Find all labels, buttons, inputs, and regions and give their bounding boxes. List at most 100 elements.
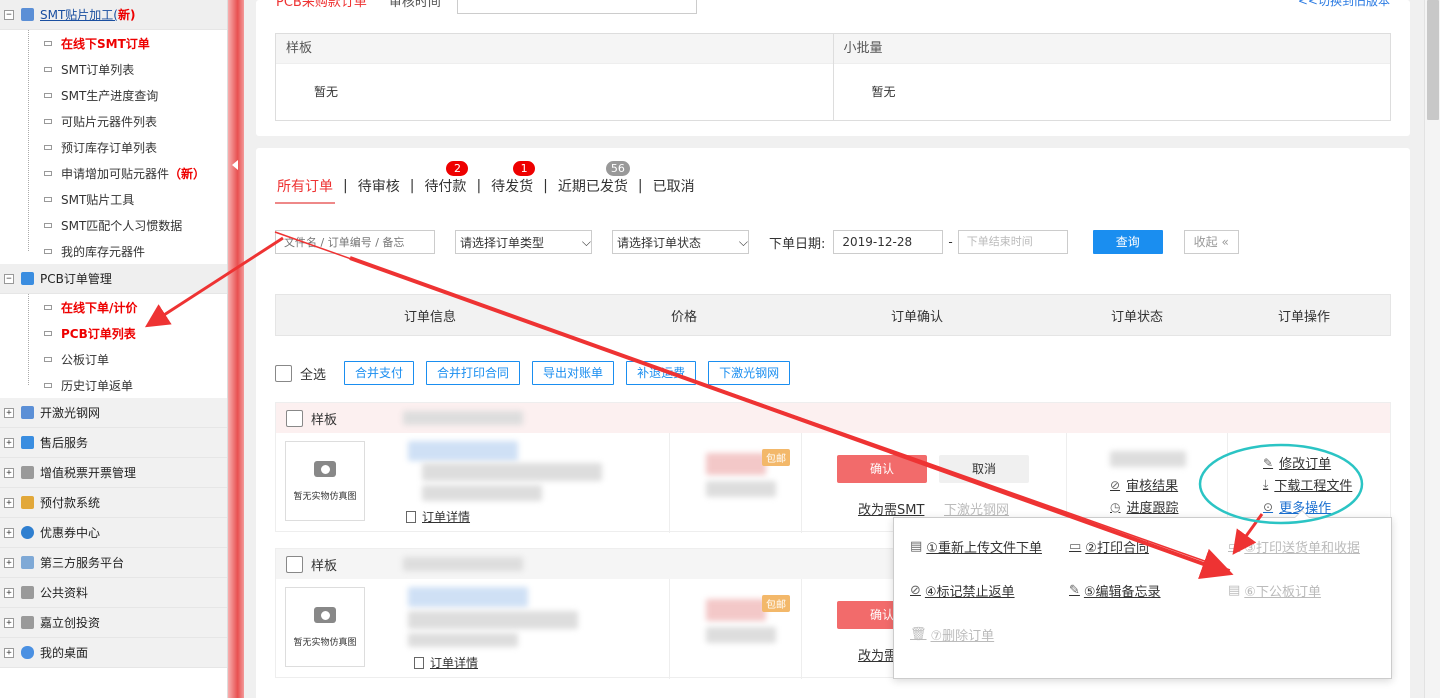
sidebar-group-label[interactable]: PCB订单管理: [40, 270, 112, 287]
sidebar-group-laser[interactable]: + 开激光钢网: [0, 398, 227, 428]
sidebar-group-invest[interactable]: + 嘉立创投资: [0, 608, 227, 638]
reupload-order-item[interactable]: ▤ ①重新上传文件下单: [910, 537, 1042, 556]
tab-pending-ship[interactable]: 待发货 1: [489, 161, 536, 196]
sidebar-item-smt-progress[interactable]: SMT生产进度查询: [0, 82, 227, 108]
cancel-button[interactable]: 取消: [939, 455, 1029, 483]
sidebar-group-smt[interactable]: − SMT贴片加工(新): [0, 0, 227, 30]
sidebar-group-prepay[interactable]: + 预付款系统: [0, 488, 227, 518]
tab-cancelled[interactable]: 已取消: [651, 176, 697, 196]
collapse-left-icon[interactable]: [232, 160, 238, 170]
export-statement-button[interactable]: 导出对账单: [532, 361, 615, 385]
sidebar-group-desktop[interactable]: + 我的桌面: [0, 638, 227, 668]
order-date-label: 下单日期:: [769, 236, 826, 252]
free-shipping-tag: 包邮: [762, 449, 790, 466]
sidebar-group-pcb[interactable]: − PCB订单管理: [0, 264, 227, 294]
order-number-blurred: [403, 557, 524, 571]
sidebar-item-reserve-stock[interactable]: 预订库存订单列表: [0, 134, 227, 160]
select-all-checkbox[interactable]: [275, 364, 292, 382]
expand-icon[interactable]: +: [4, 407, 14, 418]
merge-pay-button[interactable]: 合并支付: [344, 361, 415, 385]
confirm-button[interactable]: 确认: [837, 455, 927, 483]
progress-tracking-link[interactable]: ◷ 进度跟踪: [1110, 497, 1179, 517]
more-icon: ⊙: [1263, 499, 1274, 514]
download-icon: ⤓: [1263, 477, 1269, 491]
fold-button[interactable]: 收起 «: [1183, 230, 1239, 254]
sidebar-group-aftersale[interactable]: + 售后服务: [0, 428, 227, 458]
sidebar-item-public-board[interactable]: 公板订单: [0, 346, 227, 372]
laser-stencil-link[interactable]: 下激光钢网: [944, 499, 1009, 518]
order-detail-link[interactable]: 订单详情: [406, 508, 470, 525]
collapse-icon[interactable]: −: [4, 9, 14, 20]
sidebar-item-my-stock[interactable]: 我的库存元器件: [0, 238, 227, 264]
sidebar-item-apply-components[interactable]: 申请增加可贴元器件 （新）: [0, 160, 227, 186]
expand-icon[interactable]: +: [4, 557, 14, 568]
audit-result-link[interactable]: ⊘ 审核结果: [1110, 475, 1178, 495]
vertical-scrollbar[interactable]: [1424, 0, 1440, 698]
public-board-order-item[interactable]: ▤ ⑥下公板订单: [1228, 581, 1321, 600]
expand-icon[interactable]: +: [4, 647, 14, 658]
print-delivery-receipt-item[interactable]: ▭ ③打印送货单和收据: [1228, 537, 1360, 556]
audit-time-select[interactable]: [456, 0, 697, 14]
query-button[interactable]: 查询: [1092, 230, 1163, 254]
change-to-smt-link[interactable]: 改为需SMT: [858, 499, 924, 518]
camera-icon: [314, 606, 336, 623]
order-status-select[interactable]: 请选择订单状态 ⌵: [612, 230, 749, 254]
sidebar-group-invoice[interactable]: + 增值税票开票管理: [0, 458, 227, 488]
audit-time-label: 审核时间: [388, 0, 441, 10]
blurred-text: [408, 633, 518, 647]
tab-pending-payment[interactable]: 待付款 2: [422, 161, 469, 196]
end-date-input[interactable]: 下单结束时间: [957, 230, 1068, 254]
sidebar-item-online-quote[interactable]: 在线下单/计价: [0, 294, 227, 320]
order-detail-link[interactable]: 订单详情: [414, 654, 478, 671]
modify-order-link[interactable]: ✎ 修改订单: [1263, 453, 1331, 473]
download-files-link[interactable]: ⤓ 下载工程文件: [1263, 475, 1352, 494]
expand-icon[interactable]: +: [4, 467, 14, 478]
print-contract-item[interactable]: ▭ ②打印合同: [1069, 537, 1149, 556]
tab-recently-shipped[interactable]: 近期已发货 56: [556, 161, 630, 196]
sidebar-group-public-data[interactable]: + 公共资料: [0, 578, 227, 608]
expand-icon[interactable]: +: [4, 497, 14, 508]
expand-icon[interactable]: +: [4, 617, 14, 628]
sidebar-item-pcb-order-list[interactable]: PCB订单列表: [0, 320, 227, 346]
document-icon: [406, 510, 416, 523]
order-checkbox[interactable]: [286, 555, 303, 573]
expand-icon[interactable]: +: [4, 527, 14, 538]
sidebar-group-thirdparty[interactable]: + 第三方服务平台: [0, 548, 227, 578]
sidebar-group-label[interactable]: SMT贴片加工(: [40, 6, 118, 23]
expand-icon[interactable]: +: [4, 437, 14, 448]
purchase-order-tab[interactable]: PCB采购款订单: [276, 0, 367, 10]
tab-all-orders[interactable]: 所有订单: [275, 176, 335, 204]
refund-shipping-button[interactable]: 补退运费: [626, 361, 697, 385]
sidebar-item-online-smt-order[interactable]: 在线下SMT订单: [0, 30, 227, 56]
sidebar-item-smt-order-list[interactable]: SMT订单列表: [0, 56, 227, 82]
change-to-smt-link[interactable]: 改为需: [858, 645, 897, 664]
mark-no-reorder-item[interactable]: ⊘ ④标记禁止返单: [910, 581, 1015, 600]
blurred-price: [706, 453, 766, 475]
edit-memo-item[interactable]: ✎ ⑤编辑备忘录: [1069, 581, 1161, 600]
tab-pending-review[interactable]: 待审核: [356, 176, 402, 196]
col-order-ops: 订单操作: [1278, 309, 1331, 325]
sidebar-item-history-reorder[interactable]: 历史订单返单: [0, 372, 227, 398]
laser-icon: [21, 406, 34, 419]
expand-icon[interactable]: +: [4, 587, 14, 598]
sidebar-item-smt-tools[interactable]: SMT贴片工具: [0, 186, 227, 212]
page-icon: [44, 40, 52, 46]
merge-print-contract-button[interactable]: 合并打印合同: [426, 361, 521, 385]
sidebar-group-coupon[interactable]: + 优惠券中心: [0, 518, 227, 548]
sidebar-toggle[interactable]: [228, 0, 244, 698]
page-icon: [44, 196, 52, 202]
laser-stencil-button[interactable]: 下激光钢网: [708, 361, 791, 385]
start-date-input[interactable]: 2019-12-28: [833, 230, 944, 254]
search-input[interactable]: [275, 230, 435, 254]
collapse-icon[interactable]: −: [4, 273, 14, 284]
blurred-status: [1110, 451, 1186, 467]
pcb-icon: [21, 272, 34, 285]
switch-old-version-link[interactable]: <<切换到旧版本: [1298, 0, 1390, 9]
sidebar-item-smt-habits[interactable]: SMT匹配个人习惯数据: [0, 212, 227, 238]
order-checkbox[interactable]: [286, 409, 303, 427]
batch-actions: 全选 合并支付 合并打印合同 导出对账单 补退运费 下激光钢网: [275, 361, 802, 385]
scrollbar-thumb[interactable]: [1427, 0, 1439, 120]
delete-order-item[interactable]: 🗑 ⑦删除订单: [910, 625, 994, 644]
order-type-select[interactable]: 请选择订单类型 ⌵: [455, 230, 592, 254]
sidebar-item-components[interactable]: 可贴片元器件列表: [0, 108, 227, 134]
